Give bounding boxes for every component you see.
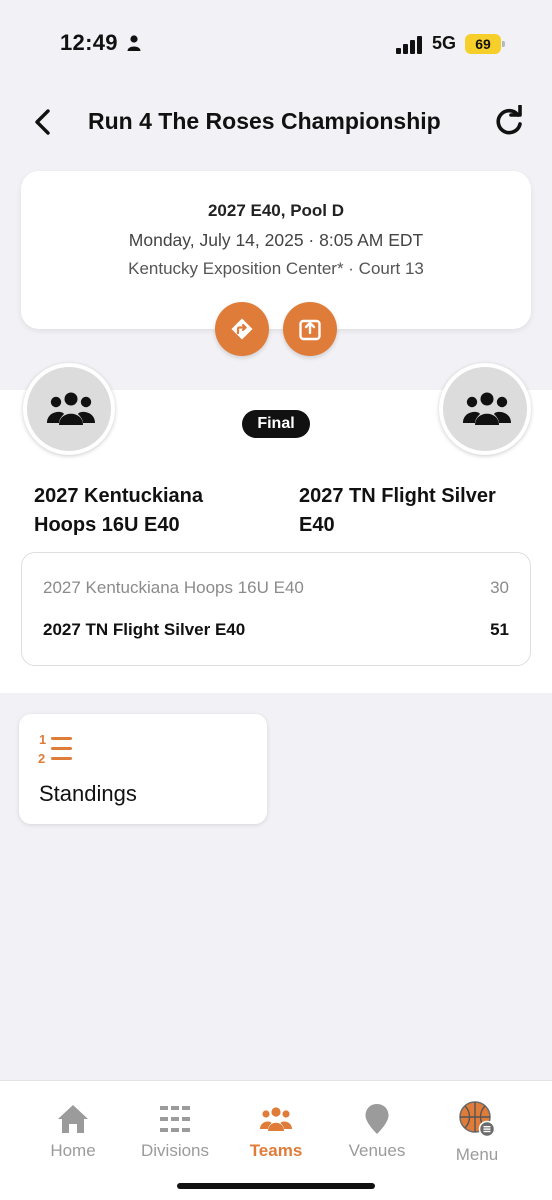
away-team-avatar[interactable]: [439, 363, 531, 455]
person-icon: [127, 35, 141, 51]
battery-level: 69: [475, 36, 491, 52]
group-icon: [463, 392, 511, 425]
standings-button[interactable]: 1 2 Standings: [19, 714, 267, 824]
game-datetime: Monday, July 14, 2025 · 8:05 AM EDT: [128, 230, 424, 250]
status-time: 12:49: [60, 30, 118, 55]
score-row: 2027 Kentuckiana Hoops 16U E40 30: [43, 578, 509, 602]
battery-icon: 69: [465, 34, 505, 54]
network-type: 5G: [432, 33, 457, 53]
tab-label: Menu: [455, 1145, 499, 1164]
status-bar: 12:49 5G 69: [0, 0, 552, 80]
directions-button[interactable]: [215, 302, 269, 356]
tab-label: Teams: [249, 1141, 303, 1160]
divisions-icon: [160, 1106, 190, 1132]
away-team-name[interactable]: 2027 TN Flight Silver E40: [299, 482, 529, 540]
svg-text:2: 2: [38, 751, 45, 766]
signal-icon: [396, 36, 422, 54]
tab-bar: Home Divisions Teams Venues Menu: [0, 1080, 552, 1200]
game-status-badge: Final: [242, 410, 310, 438]
home-indicator: [177, 1183, 375, 1189]
home-icon: [58, 1105, 88, 1133]
directions-icon: [231, 318, 253, 340]
division-pool: 2027 E40, Pool D: [207, 201, 345, 220]
game-info-card: 2027 E40, Pool D Monday, July 14, 2025 ·…: [21, 171, 531, 329]
score-row: 2027 TN Flight Silver E40 51: [43, 620, 509, 644]
basketball-menu-icon: [459, 1101, 495, 1137]
page-title: Run 4 The Roses Championship: [88, 108, 441, 134]
tab-label: Venues: [348, 1141, 406, 1160]
venue-pin-icon: [365, 1104, 389, 1134]
screen: 12:49 5G 69 Run 4 The Roses Championship: [0, 0, 552, 1200]
score-value: 51: [490, 620, 509, 639]
tab-teams[interactable]: Teams: [226, 1081, 326, 1171]
score-value: 30: [490, 578, 509, 597]
chevron-left-icon[interactable]: [28, 106, 60, 138]
refresh-icon[interactable]: [492, 105, 526, 139]
score-team-name: 2027 Kentuckiana Hoops 16U E40: [43, 578, 304, 597]
share-icon: [299, 319, 321, 341]
nav-header: Run 4 The Roses Championship: [0, 92, 552, 152]
tab-label: Home: [50, 1141, 96, 1160]
standings-label: Standings: [39, 781, 137, 806]
teams-icon: [260, 1107, 292, 1131]
svg-text:1: 1: [39, 732, 46, 747]
tab-home[interactable]: Home: [23, 1081, 123, 1171]
group-icon: [47, 392, 95, 425]
scoreboard: 2027 Kentuckiana Hoops 16U E40 30 2027 T…: [21, 552, 531, 666]
home-team-avatar[interactable]: [23, 363, 115, 455]
numbered-list-icon: 1 2: [38, 732, 72, 766]
score-team-name: 2027 TN Flight Silver E40: [43, 620, 246, 639]
share-button[interactable]: [283, 302, 337, 356]
tab-venues[interactable]: Venues: [327, 1081, 427, 1171]
game-location: Kentucky Exposition Center* · Court 13: [128, 259, 424, 278]
tab-menu[interactable]: Menu: [427, 1081, 527, 1171]
tab-label: Divisions: [140, 1141, 210, 1160]
tab-divisions[interactable]: Divisions: [125, 1081, 225, 1171]
home-team-name[interactable]: 2027 Kentuckiana Hoops 16U E40: [34, 482, 264, 540]
